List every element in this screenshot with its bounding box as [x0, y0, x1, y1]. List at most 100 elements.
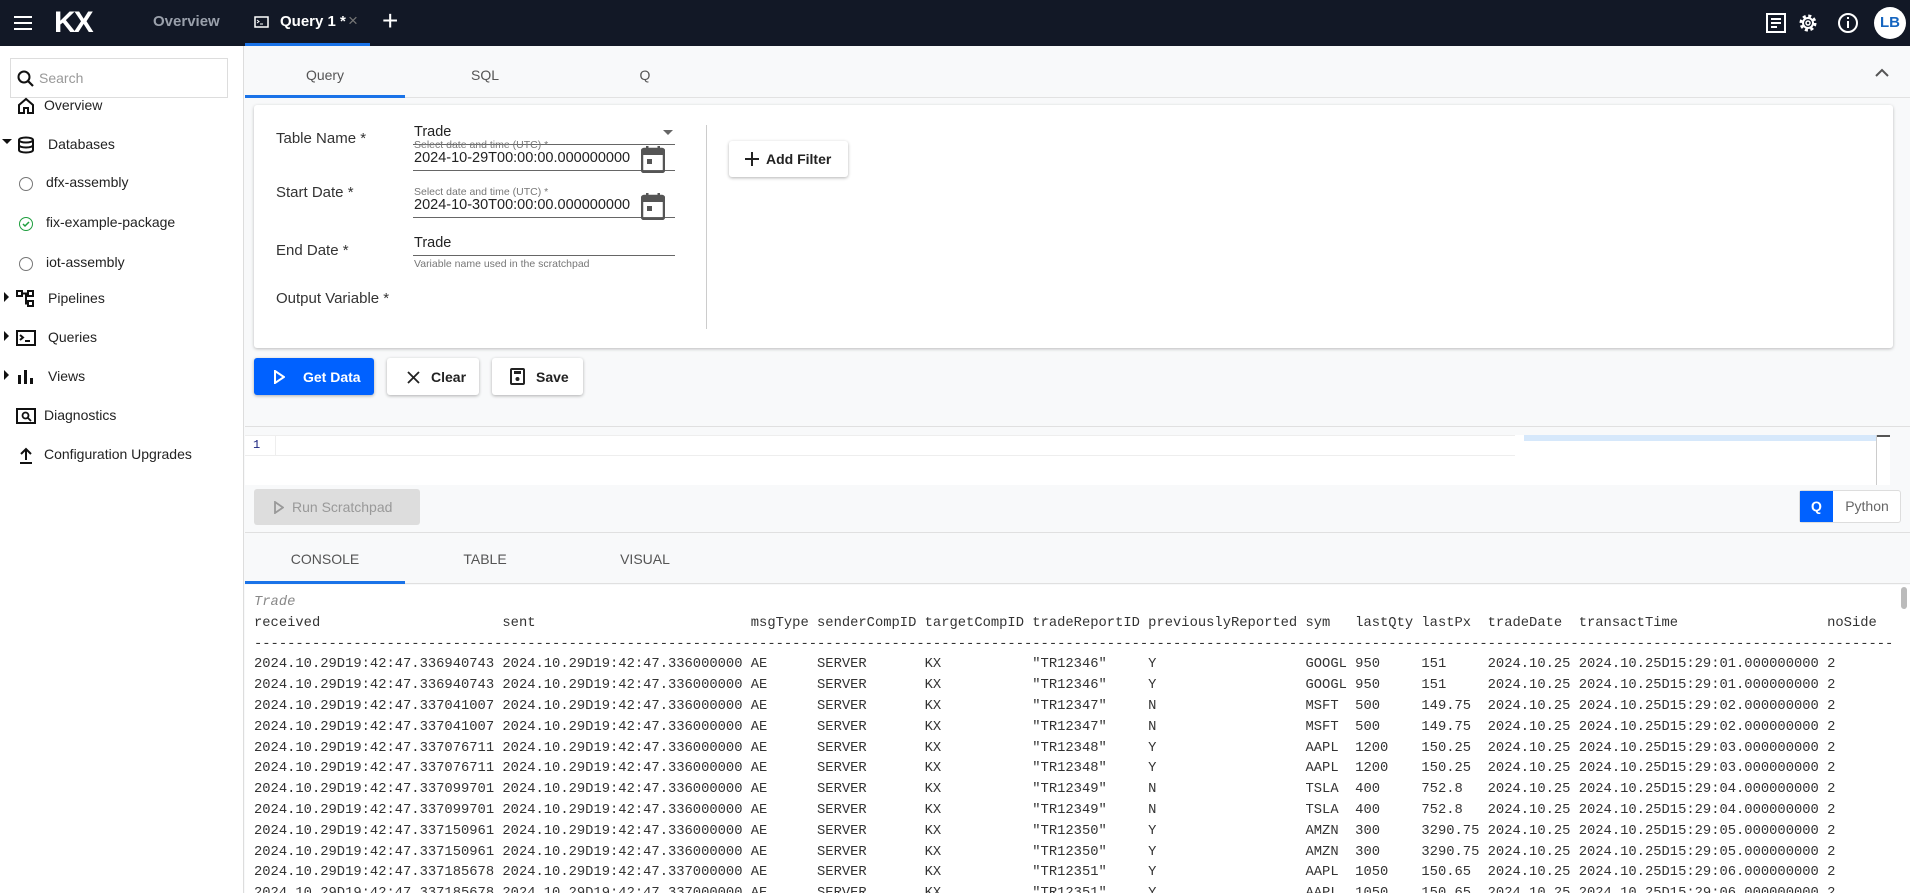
- console-row: 2024.10.29D19:42:47.337076711 2024.10.29…: [254, 740, 1836, 756]
- tab-query-1[interactable]: Query 1 * ×: [245, 0, 370, 46]
- terminal-icon: [16, 330, 36, 346]
- document-icon[interactable]: [1764, 11, 1788, 35]
- console-row: 2024.10.29D19:42:47.337099701 2024.10.29…: [254, 802, 1836, 818]
- editor-line[interactable]: 1: [245, 435, 1515, 456]
- tab-visual[interactable]: VISUAL: [565, 533, 725, 584]
- tab-table[interactable]: TABLE: [405, 533, 565, 584]
- caret-right-icon[interactable]: [4, 331, 9, 341]
- save-icon: [510, 368, 525, 385]
- end-date-input[interactable]: 2024-10-30T00:00:00.000000000: [413, 194, 675, 218]
- result-tabs: CONSOLE TABLE VISUAL: [245, 532, 1910, 584]
- add-filter-button[interactable]: Add Filter: [729, 141, 848, 177]
- diagnostics-icon: [16, 408, 36, 424]
- output-variable-helper: Variable name used in the scratchpad: [414, 258, 590, 270]
- language-toggle: Q Python: [1799, 490, 1901, 523]
- console-row: 2024.10.29D19:42:47.337076711 2024.10.29…: [254, 761, 1836, 777]
- run-scratchpad-label: Run Scratchpad: [292, 499, 393, 515]
- search-icon: [17, 70, 34, 87]
- sidebar-item-label: Pipelines: [48, 290, 105, 306]
- get-data-label: Get Data: [303, 368, 361, 385]
- get-data-button[interactable]: Get Data: [254, 358, 374, 395]
- sidebar-item-queries[interactable]: Queries: [0, 323, 244, 353]
- output-variable-label: Output Variable *: [276, 290, 390, 307]
- sidebar-item-overview[interactable]: Overview: [0, 91, 244, 121]
- kx-logo[interactable]: KX: [54, 8, 94, 38]
- calendar-icon[interactable]: [641, 145, 665, 173]
- console-row: 2024.10.29D19:42:47.336940743 2024.10.29…: [254, 678, 1836, 694]
- sidebar-item-diagnostics[interactable]: Diagnostics: [0, 401, 244, 431]
- tab-q[interactable]: Q: [565, 46, 725, 98]
- database-item-dfx-assembly[interactable]: dfx-assembly: [0, 168, 244, 198]
- database-label: dfx-assembly: [46, 174, 129, 190]
- divider: [706, 125, 707, 329]
- console-scrollbar[interactable]: [1901, 587, 1907, 609]
- clear-label: Clear: [431, 368, 467, 385]
- tab-label: Query 1 *: [280, 13, 346, 30]
- upload-icon: [20, 447, 32, 464]
- calendar-icon[interactable]: [641, 192, 665, 220]
- editor-scrollbar[interactable]: [1876, 435, 1890, 485]
- output-variable-input[interactable]: Trade: [413, 232, 675, 256]
- close-icon: [407, 371, 420, 384]
- database-label: iot-assembly: [46, 254, 125, 270]
- save-button[interactable]: Save: [492, 358, 583, 395]
- sidebar-item-label: Diagnostics: [44, 407, 117, 423]
- sidebar-item-pipelines[interactable]: Pipelines: [0, 284, 244, 314]
- avatar[interactable]: LB: [1874, 7, 1906, 39]
- play-icon: [274, 501, 284, 514]
- close-tab-icon[interactable]: ×: [348, 11, 358, 31]
- sidebar: Search Overview Databases dfx-assembly f…: [0, 46, 244, 893]
- home-icon: [18, 97, 34, 114]
- console-row: 2024.10.29D19:42:47.337099701 2024.10.29…: [254, 782, 1836, 798]
- caret-down-icon[interactable]: [2, 139, 12, 144]
- console-separator: ----------------------------------------…: [254, 636, 1894, 652]
- sidebar-item-label: Databases: [48, 136, 115, 152]
- table-name-value: Trade: [414, 124, 452, 140]
- console-variable-name: Trade: [254, 595, 296, 610]
- status-inactive-icon: [19, 177, 33, 191]
- sidebar-item-databases[interactable]: Databases: [0, 130, 244, 160]
- database-icon: [18, 136, 34, 154]
- table-name-label: Table Name *: [276, 130, 367, 147]
- query-form: Table Name * Trade Start Date * Select d…: [254, 105, 1893, 348]
- console-header-row: received sent msgType senderCompID targe…: [254, 615, 1877, 631]
- info-icon[interactable]: [1836, 11, 1860, 35]
- new-tab-button[interactable]: +: [382, 5, 398, 37]
- tab-console[interactable]: CONSOLE: [245, 533, 405, 584]
- console-row: 2024.10.29D19:42:47.337150961 2024.10.29…: [254, 823, 1836, 839]
- editor-minimap[interactable]: [1524, 435, 1876, 441]
- database-label: fix-example-package: [46, 214, 176, 230]
- chevron-up-icon[interactable]: [1875, 68, 1889, 77]
- console-row: 2024.10.29D19:42:47.337185678 2024.10.29…: [254, 865, 1836, 881]
- console-output: Trade received sent msgType senderCompID …: [245, 585, 1910, 893]
- caret-right-icon[interactable]: [4, 292, 9, 302]
- menu-icon[interactable]: [14, 14, 34, 32]
- sidebar-item-views[interactable]: Views: [0, 362, 244, 392]
- lang-q-button[interactable]: Q: [1800, 491, 1833, 522]
- top-bar: KX Overview Query 1 * × + LB: [0, 0, 1910, 46]
- line-number: 1: [253, 438, 261, 452]
- lang-python-button[interactable]: Python: [1833, 491, 1901, 522]
- sidebar-item-label: Views: [48, 368, 86, 384]
- sidebar-item-configuration-upgrades[interactable]: Configuration Upgrades: [0, 440, 244, 470]
- run-scratchpad-button[interactable]: Run Scratchpad: [254, 489, 420, 525]
- tab-query[interactable]: Query: [245, 46, 405, 98]
- console-row: 2024.10.29D19:42:47.337185678 2024.10.29…: [254, 884, 1893, 893]
- terminal-icon: [254, 16, 269, 28]
- gear-icon[interactable]: [1796, 11, 1820, 35]
- console-row: 2024.10.29D19:42:47.337041007 2024.10.29…: [254, 698, 1836, 714]
- caret-right-icon[interactable]: [4, 370, 9, 380]
- add-filter-label: Add Filter: [766, 151, 832, 167]
- database-item-fix-example-package[interactable]: fix-example-package: [0, 208, 244, 238]
- sidebar-item-label: Overview: [44, 97, 103, 113]
- console-row: 2024.10.29D19:42:47.337150961 2024.10.29…: [254, 844, 1836, 860]
- clear-button[interactable]: Clear: [387, 358, 479, 395]
- database-item-iot-assembly[interactable]: iot-assembly: [0, 248, 244, 278]
- pipeline-icon: [16, 290, 34, 307]
- start-date-value: 2024-10-29T00:00:00.000000000: [414, 150, 631, 166]
- tab-sql[interactable]: SQL: [405, 46, 565, 98]
- dropdown-arrow-icon: [663, 130, 673, 135]
- plus-icon: [745, 152, 759, 166]
- start-date-input[interactable]: 2024-10-29T00:00:00.000000000: [413, 147, 675, 171]
- tab-overview[interactable]: Overview: [153, 13, 220, 30]
